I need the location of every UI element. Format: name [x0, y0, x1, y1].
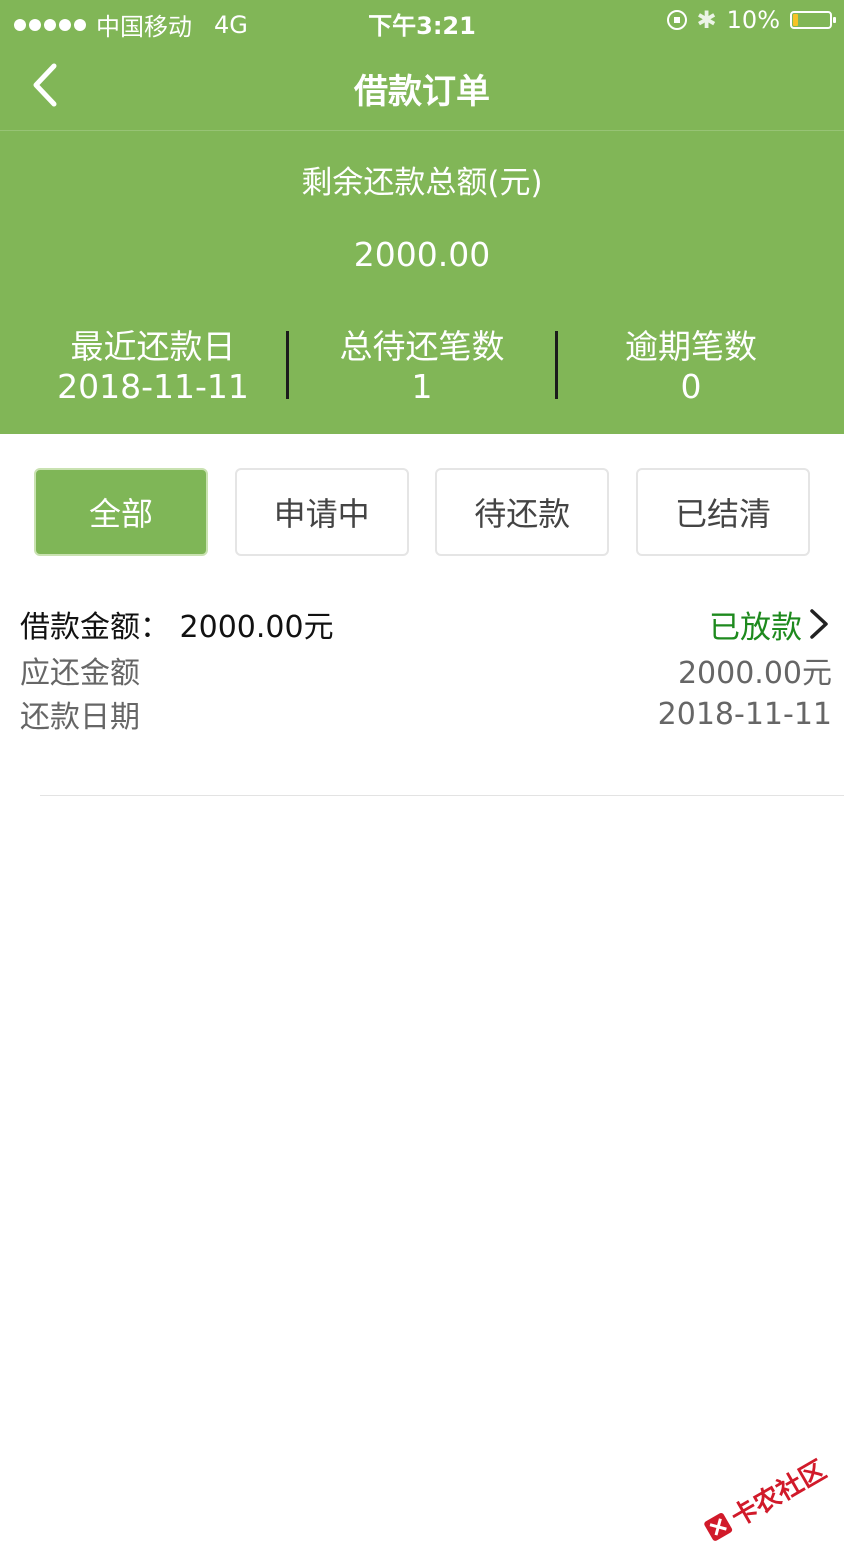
stat-overdue-count: 逾期笔数 0 [558, 327, 824, 407]
watermark-text: 卡农社区 [726, 1455, 832, 1534]
due-amount-label: 应还金额 [20, 656, 140, 691]
repayment-summary: 剩余还款总额(元) 2000.00 最近还款日 2018-11-11 总待还笔数… [0, 131, 844, 434]
order-divider [40, 795, 844, 796]
stat-label: 总待还笔数 [339, 327, 505, 366]
stat-label: 最近还款日 [70, 327, 236, 366]
battery-icon [790, 11, 836, 29]
order-item[interactable]: 借款金额： 2000.00元 已放款 应还金额 2000.00元 还款日期 20… [20, 600, 832, 736]
stat-label: 逾期笔数 [625, 327, 757, 366]
stat-next-due-date: 最近还款日 2018-11-11 [20, 327, 286, 407]
order-status-link[interactable]: 已放款 [709, 602, 832, 647]
summary-stats: 最近还款日 2018-11-11 总待还笔数 1 逾期笔数 0 [20, 327, 824, 407]
page-title: 借款订单 [354, 72, 490, 112]
watermark: 卡农社区 [697, 1450, 832, 1549]
stat-value: 2018-11-11 [57, 367, 249, 406]
loan-amount-label: 借款金额： [20, 610, 170, 645]
loan-amount: 借款金额： 2000.00元 [20, 602, 334, 646]
status-bar: 中国移动 4G 下午3:21 ✱ 10% [0, 0, 844, 42]
chevron-right-icon [810, 609, 828, 639]
tab-settled[interactable]: 已结清 [635, 468, 810, 556]
order-detail-row: 还款日期 2018-11-11 [20, 692, 832, 736]
orientation-lock-icon [666, 10, 687, 30]
tab-all[interactable]: 全部 [34, 468, 208, 556]
due-date-value: 2018-11-11 [657, 696, 832, 732]
order-header-row: 借款金额： 2000.00元 已放款 [20, 600, 832, 648]
bluetooth-icon: ✱ [696, 6, 717, 34]
remaining-total-label: 剩余还款总额(元) [301, 165, 543, 201]
stat-value: 1 [411, 367, 433, 406]
header-area: 中国移动 4G 下午3:21 ✱ 10% 借款订单 剩余还款总额(元) 2000… [0, 0, 844, 434]
tab-pending-repayment[interactable]: 待还款 [435, 468, 610, 556]
tab-applying[interactable]: 申请中 [234, 468, 409, 556]
due-amount-value: 2000.00元 [677, 656, 832, 691]
remaining-total-amount: 2000.00 [353, 235, 491, 274]
battery-percent: 10% [726, 6, 780, 34]
status-right: ✱ 10% [666, 6, 836, 34]
navigation-bar: 借款订单 [0, 42, 844, 131]
loan-amount-value: 2000.00元 [179, 610, 334, 645]
due-date-label: 还款日期 [20, 700, 140, 735]
stat-value: 0 [680, 367, 702, 406]
filter-tabs: 全部 申请中 待还款 已结清 [34, 468, 810, 556]
stat-pending-count: 总待还笔数 1 [289, 327, 555, 407]
order-detail-row: 应还金额 2000.00元 [20, 648, 832, 692]
order-status: 已放款 [709, 609, 802, 646]
